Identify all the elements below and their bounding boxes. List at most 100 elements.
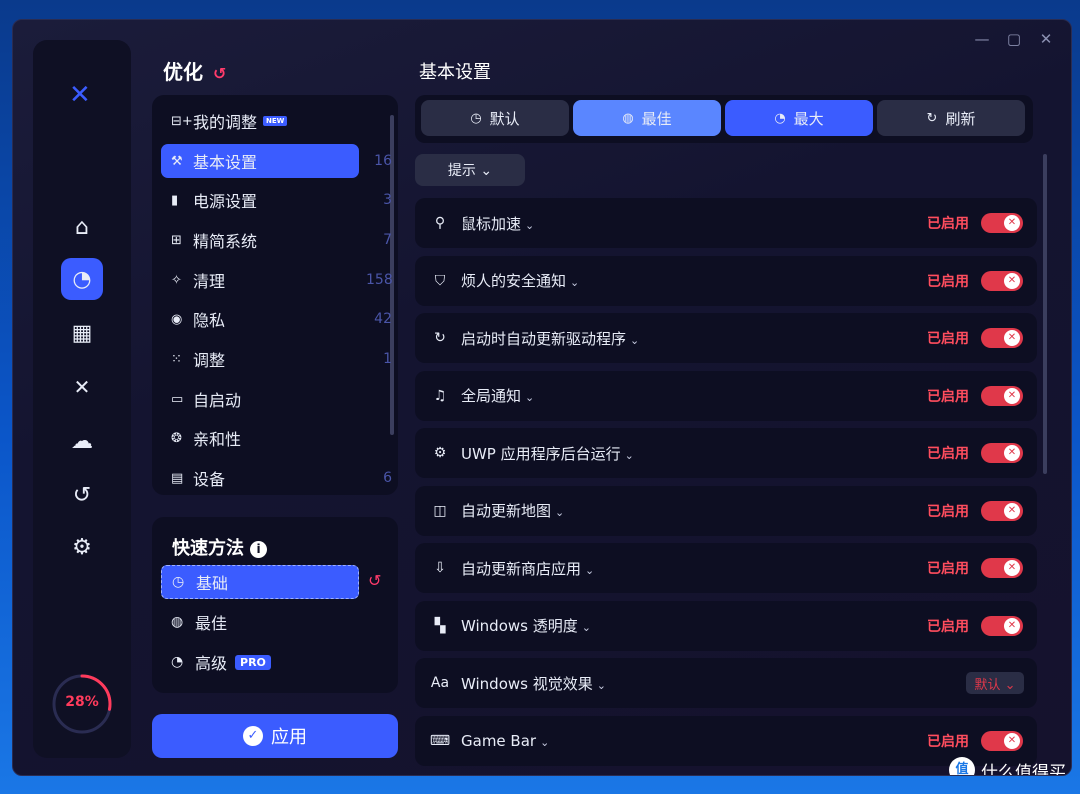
nav-cloud[interactable]: ☁ [61, 420, 103, 462]
status-label: 已启用 [927, 388, 969, 405]
setting-label[interactable]: Windows 视觉效果 ⌄ [461, 673, 606, 694]
category-item[interactable]: ▤ 设备 6 [161, 461, 392, 495]
category-label: 设备 [193, 470, 226, 489]
speed-gauge-icon: ◔ [72, 266, 92, 292]
preset-button[interactable]: ◔ 最大 [725, 100, 873, 136]
category-item[interactable]: ⊞ 精简系统 7 [161, 223, 392, 257]
toggle-switch[interactable]: ✕ [981, 500, 1023, 521]
reset-icon[interactable]: ↺ [213, 64, 226, 83]
setting-label[interactable]: 自动更新商店应用 ⌄ [461, 558, 594, 579]
setting-label[interactable]: 全局通知 ⌄ [461, 385, 534, 406]
quick-reset-icon[interactable]: ↺ [368, 571, 381, 590]
category-icon: ◉ [171, 311, 183, 327]
quick-method-item[interactable]: ◔ 高级 PRO [161, 645, 359, 679]
default-select[interactable]: 默认 ⌄ [966, 672, 1024, 694]
quick-method-label: 高级 [195, 654, 228, 673]
new-badge: NEW [263, 116, 288, 126]
category-count: 1 [383, 351, 392, 367]
category-label: 电源设置 [193, 192, 258, 211]
nav-home[interactable]: ⌂ [61, 206, 103, 248]
tip-dropdown[interactable]: 提示 ⌄ [415, 154, 525, 186]
preset-button[interactable]: ◷ 默认 [421, 100, 569, 136]
category-icon: ▮ [171, 192, 179, 208]
status-label: 已启用 [927, 273, 969, 290]
chevron-down-icon: ⌄ [540, 735, 550, 749]
chevron-down-icon: ⌄ [585, 563, 595, 577]
section-title-text: 优化 [163, 60, 203, 84]
setting-label[interactable]: 鼠标加速 ⌄ [461, 213, 534, 234]
main-scrollbar[interactable] [1043, 154, 1047, 474]
maximize-icon[interactable]: ▢ [1003, 30, 1025, 48]
window-controls: — ▢ ✕ [971, 30, 1057, 48]
category-item[interactable]: ▮ 电源设置 3 [161, 183, 392, 217]
category-label: 隐私 [193, 311, 226, 330]
setting-row: ↻ 启动时自动更新驱动程序 ⌄ 已启用 ✕ [415, 313, 1037, 363]
setting-label[interactable]: 自动更新地图 ⌄ [461, 500, 564, 521]
setting-label-text: Windows 视觉效果 [461, 674, 593, 693]
toggle-x-icon: ✕ [1004, 502, 1020, 519]
category-label: 自启动 [193, 391, 242, 410]
nav-restore[interactable]: ↺ [61, 474, 103, 516]
preset-button[interactable]: ◍ 最佳 [573, 100, 721, 136]
app-window: — ▢ ✕ ✕ ⌂ ◔ ▦ ✕ ☁ ↺ ⚙ 28% 优化 ↺ ⊟+ 我的调整 NEW ⚒… [12, 19, 1072, 776]
category-item[interactable]: ⚒ 基本设置 16 [161, 144, 392, 178]
settings-gear-icon: ⚙ [72, 534, 92, 560]
quick-method-title: 快速方法 i [172, 534, 267, 560]
setting-label-text: 烦人的安全通知 [461, 272, 567, 290]
toggle-switch[interactable]: ✕ [981, 558, 1023, 578]
setting-label[interactable]: UWP 应用程序后台运行 ⌄ [461, 443, 634, 464]
quick-method-icon: ◔ [171, 654, 184, 670]
toggle-switch[interactable]: ✕ [981, 270, 1023, 291]
info-icon[interactable]: i [250, 540, 267, 558]
category-item[interactable]: ❂ 亲和性 [161, 421, 359, 455]
check-icon: ✓ [243, 726, 263, 746]
chevron-down-icon: ⌄ [581, 621, 591, 634]
setting-icon: ⛉ [434, 272, 446, 289]
preset-label: 最佳 [641, 109, 672, 128]
setting-label[interactable]: 烦人的安全通知 ⌄ [461, 270, 579, 291]
category-count: 158 [366, 272, 393, 288]
nav-apps[interactable]: ▦ [61, 312, 103, 354]
category-count: 42 [374, 311, 392, 327]
toggle-switch[interactable]: ✕ [981, 443, 1023, 463]
category-item[interactable]: ⊟+ 我的调整 NEW [161, 104, 359, 138]
toggle-x-icon: ✕ [1004, 215, 1020, 231]
category-item[interactable]: ⁙ 调整 1 [161, 342, 392, 376]
setting-row: ⛉ 烦人的安全通知 ⌄ 已启用 ✕ [415, 255, 1037, 306]
close-icon[interactable]: ✕ [1035, 30, 1057, 48]
quick-method-icon: ◍ [171, 614, 184, 630]
nav-settings[interactable]: ⚙ [61, 526, 103, 568]
setting-row: ⚙ UWP 应用程序后台运行 ⌄ 已启用 ✕ [415, 428, 1037, 478]
quick-method-item[interactable]: ◍ 最佳 [161, 605, 359, 639]
toggle-switch[interactable]: ✕ [981, 615, 1023, 636]
minimize-icon[interactable]: — [971, 30, 993, 48]
toggle-switch[interactable]: ✕ [981, 328, 1023, 348]
setting-label[interactable]: Windows 透明度 ⌄ [461, 615, 591, 636]
setting-label[interactable]: 启动时自动更新驱动程序 ⌄ [461, 328, 639, 349]
setting-icon: ⇩ [434, 560, 446, 576]
setting-row: ♫ 全局通知 ⌄ 已启用 ✕ [415, 370, 1037, 421]
preset-button[interactable]: ↻ 刷新 [877, 100, 1025, 136]
progress-percent: 28% [65, 694, 99, 710]
watermark-text: 什么值得买 [981, 762, 1066, 776]
category-label: 调整 [193, 351, 226, 370]
toggle-switch[interactable]: ✕ [981, 213, 1023, 233]
quick-method-item[interactable]: ◷ 基础 [161, 565, 359, 599]
nav-optimize[interactable]: ◔ [61, 258, 103, 300]
main-title: 基本设置 [419, 62, 491, 83]
toggle-x-icon: ✕ [1004, 330, 1020, 346]
setting-row: ⚲ 鼠标加速 ⌄ 已启用 ✕ [415, 198, 1037, 248]
category-item[interactable]: ◉ 隐私 42 [161, 302, 392, 336]
toggle-switch[interactable]: ✕ [981, 385, 1023, 406]
connections-icon: ✕ [73, 375, 91, 399]
nav-connections[interactable]: ✕ [61, 366, 103, 408]
apply-button[interactable]: ✓ 应用 [152, 714, 398, 758]
category-item[interactable]: ▭ 自启动 [161, 382, 359, 416]
chevron-down-icon: ⌄ [525, 391, 535, 404]
chevron-down-icon: ⌄ [596, 678, 606, 692]
toggle-switch[interactable]: ✕ [981, 730, 1023, 751]
category-item[interactable]: ✧ 清理 158 [161, 263, 393, 297]
setting-label[interactable]: Game Bar ⌄ [461, 732, 549, 750]
category-icon: ⚒ [171, 153, 183, 169]
preset-bar: ◷ 默认 ◍ 最佳 ◔ 最大 ↻ 刷新 [415, 95, 1033, 143]
